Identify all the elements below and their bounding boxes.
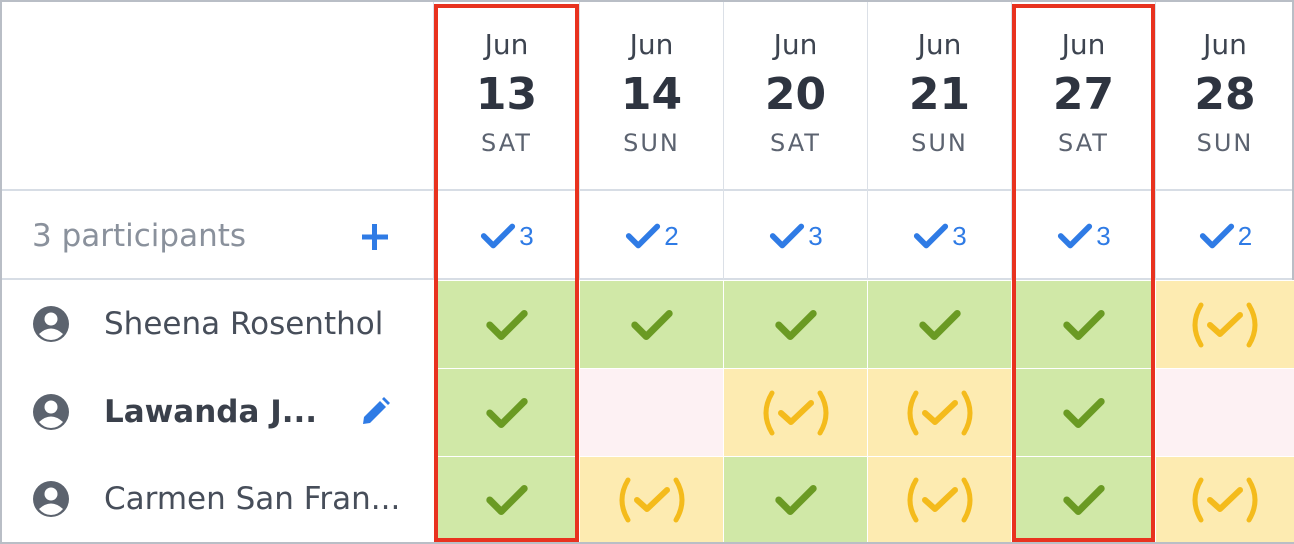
- date-day: 21: [908, 69, 971, 120]
- participant-name: Carmen San Fran...: [104, 481, 401, 517]
- date-month: Jun: [917, 28, 962, 61]
- user-circle-icon: [32, 480, 70, 518]
- check-icon: [1199, 223, 1234, 248]
- vote-cell-maybe[interactable]: [723, 368, 867, 456]
- vote-cell-yes[interactable]: [1011, 368, 1155, 456]
- check-icon: [481, 223, 516, 248]
- pencil-icon: [363, 397, 390, 424]
- date-column-header[interactable]: Jun 28 SUN: [1155, 2, 1294, 191]
- poll-grid: 3 participants Jun 13 SAT 3 Jun 14 SUN 2 Jun 20 SA…: [0, 0, 1294, 544]
- edit-participant-button[interactable]: [359, 396, 391, 428]
- date-column-header[interactable]: Jun 13 SAT: [433, 2, 579, 191]
- check-icon: [774, 309, 817, 340]
- check-icon: [485, 309, 528, 340]
- date-month: Jun: [1203, 28, 1247, 61]
- check-icon: [770, 223, 805, 248]
- date-month: Jun: [1061, 28, 1106, 61]
- vote-cell-no[interactable]: [579, 368, 723, 456]
- vote-count: 3: [867, 191, 1011, 280]
- check-icon: [485, 397, 528, 428]
- vote-count: 3: [1011, 191, 1155, 280]
- check-icon: [918, 309, 961, 340]
- participant-name: Lawanda J...: [104, 394, 318, 430]
- vote-cell-yes[interactable]: [723, 280, 867, 368]
- date-day: 14: [620, 69, 683, 120]
- date-weekday: SUN: [1196, 129, 1254, 157]
- date-weekday: SAT: [770, 129, 821, 157]
- check-icon: [485, 484, 528, 515]
- plus-icon: [362, 224, 388, 250]
- header-corner: [2, 2, 433, 191]
- date-weekday: SAT: [1058, 129, 1109, 157]
- check-icon: [774, 484, 817, 515]
- date-month: Jun: [629, 28, 674, 61]
- parenthesized-check-icon: [907, 390, 972, 435]
- date-weekday: SUN: [623, 129, 680, 157]
- check-icon: [914, 223, 949, 248]
- check-icon: [1062, 397, 1105, 428]
- vote-count-number: 3: [519, 220, 534, 251]
- vote-cell-yes[interactable]: [1011, 456, 1155, 542]
- vote-count: 2: [579, 191, 723, 280]
- parenthesized-check-icon: [1192, 302, 1258, 347]
- vote-cell-maybe[interactable]: [1155, 280, 1294, 368]
- parenthesized-check-icon: [907, 477, 972, 522]
- check-icon: [626, 223, 661, 248]
- vote-count-number: 3: [808, 220, 823, 251]
- vote-cell-maybe[interactable]: [579, 456, 723, 542]
- parenthesized-check-icon: [763, 390, 828, 435]
- vote-count-number: 2: [664, 220, 679, 251]
- participant-name: Sheena Rosenthol: [104, 306, 384, 342]
- vote-count-number: 3: [1096, 220, 1111, 251]
- vote-count-number: 3: [952, 220, 967, 251]
- date-day: 27: [1052, 69, 1115, 120]
- parenthesized-check-icon: [1192, 477, 1258, 522]
- vote-count: 2: [1155, 191, 1294, 280]
- date-column-header[interactable]: Jun 21 SUN: [867, 2, 1011, 191]
- check-icon: [1058, 223, 1093, 248]
- vote-cell-yes[interactable]: [723, 456, 867, 542]
- vote-cell-yes[interactable]: [579, 280, 723, 368]
- vote-cell-yes[interactable]: [1011, 280, 1155, 368]
- parenthesized-check-icon: [619, 477, 684, 522]
- date-day: 28: [1194, 69, 1256, 120]
- vote-cell-yes[interactable]: [867, 280, 1011, 368]
- participants-count-label: 3 participants: [32, 218, 247, 254]
- date-month: Jun: [484, 28, 529, 61]
- date-weekday: SUN: [911, 129, 968, 157]
- date-day: 13: [475, 69, 538, 120]
- vote-cell-maybe[interactable]: [867, 368, 1011, 456]
- check-icon: [1062, 309, 1105, 340]
- date-column-header[interactable]: Jun 14 SUN: [579, 2, 723, 191]
- vote-count: 3: [433, 191, 579, 280]
- check-icon: [630, 309, 673, 340]
- vote-count: 3: [723, 191, 867, 280]
- user-circle-icon: [32, 393, 70, 431]
- vote-cell-yes[interactable]: [433, 280, 579, 368]
- vote-cell-no[interactable]: [1155, 368, 1294, 456]
- vote-cell-maybe[interactable]: [1155, 456, 1294, 542]
- vote-count-number: 2: [1237, 220, 1253, 251]
- vote-cell-maybe[interactable]: [867, 456, 1011, 542]
- add-participant-button[interactable]: [354, 216, 396, 258]
- vote-cell-yes[interactable]: [433, 456, 579, 542]
- date-column-header[interactable]: Jun 27 SAT: [1011, 2, 1155, 191]
- date-column-header[interactable]: Jun 20 SAT: [723, 2, 867, 191]
- check-icon: [1062, 484, 1105, 515]
- user-circle-icon: [32, 305, 70, 343]
- vote-cell-yes[interactable]: [433, 368, 579, 456]
- date-day: 20: [764, 69, 827, 120]
- date-month: Jun: [773, 28, 818, 61]
- date-weekday: SAT: [481, 129, 532, 157]
